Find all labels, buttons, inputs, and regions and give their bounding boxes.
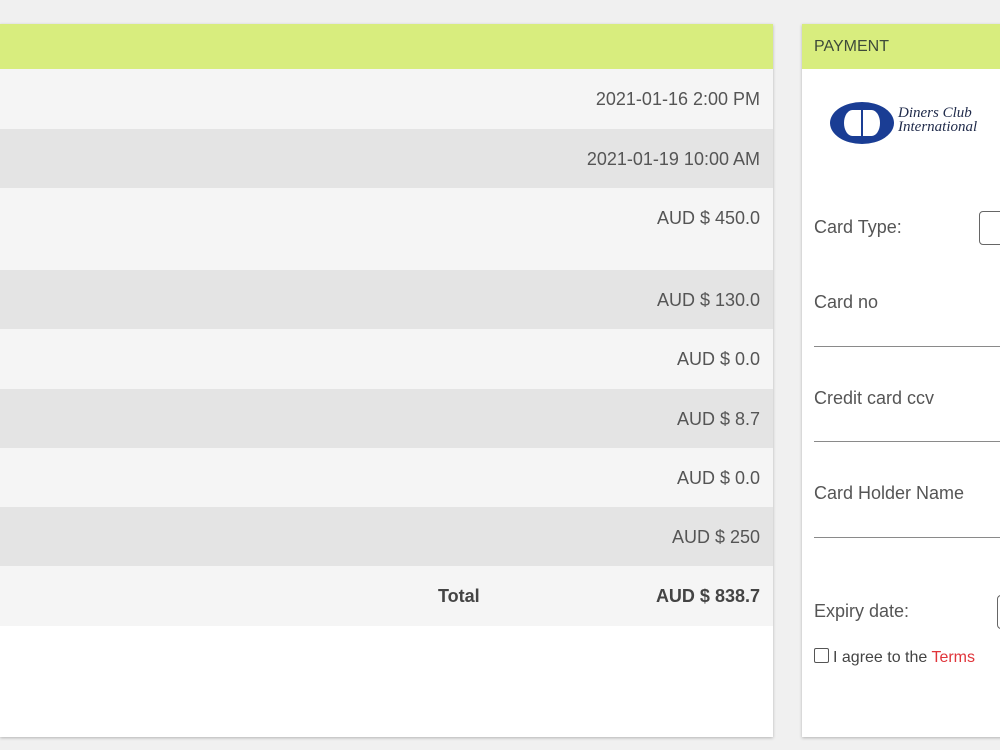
ccv-input[interactable]: [814, 441, 1000, 442]
summary-row-value: 2021-01-19 10:00 AM: [586, 149, 760, 169]
summary-row-value: AUD $ 8.7: [676, 409, 760, 429]
card-type-select[interactable]: [979, 211, 1000, 245]
diners-club-logo-mark-left: [844, 110, 861, 136]
booking-summary-card: 2021-01-16 2:00 PM 2021-01-19 10:00 AM A…: [0, 24, 773, 737]
summary-total-row: Total AUD $ 838.7: [0, 566, 773, 626]
summary-row-value: AUD $ 450.0: [656, 208, 760, 228]
diners-club-logo: Diners Club International: [830, 102, 995, 146]
total-value: AUD $ 838.7: [655, 586, 760, 606]
diners-club-logo-mark: [830, 102, 894, 144]
diners-club-logo-mark-right: [863, 110, 880, 136]
summary-row: AUD $ 450.0: [0, 188, 773, 270]
agree-text: I agree to the: [833, 649, 932, 666]
summary-row: AUD $ 250: [0, 507, 773, 566]
total-label: Total: [438, 586, 480, 606]
ccv-label: Credit card ccv: [814, 388, 935, 408]
agree-checkbox[interactable]: [814, 648, 829, 663]
diners-club-logo-line1: Diners Club: [898, 105, 972, 121]
card-no-input[interactable]: [814, 346, 1000, 347]
summary-row-value: AUD $ 130.0: [656, 290, 760, 310]
terms-agreement: I agree to the Terms: [814, 648, 975, 667]
summary-row: AUD $ 0.0: [0, 448, 773, 507]
card-type-label: Card Type:: [814, 217, 902, 237]
summary-row: 2021-01-16 2:00 PM: [0, 69, 773, 129]
summary-row: AUD $ 8.7: [0, 389, 773, 448]
terms-link[interactable]: Terms: [931, 649, 975, 666]
summary-row: AUD $ 0.0: [0, 329, 773, 389]
summary-row: AUD $ 130.0: [0, 270, 773, 329]
summary-header: [0, 24, 773, 69]
expiry-date-label: Expiry date:: [814, 601, 910, 621]
card-no-label: Card no: [814, 292, 879, 312]
summary-row-value: 2021-01-16 2:00 PM: [595, 89, 760, 109]
diners-club-logo-text: Diners Club International: [898, 105, 978, 135]
payment-card: PAYMENT Diners Club International Card T…: [802, 24, 1000, 737]
summary-row-value: AUD $ 0.0: [676, 468, 760, 488]
summary-row: 2021-01-19 10:00 AM: [0, 129, 773, 188]
summary-row-value: AUD $ 250: [671, 527, 760, 547]
holder-name-label: Card Holder Name: [814, 483, 965, 503]
diners-club-logo-line2: International: [898, 119, 978, 135]
payment-header: PAYMENT: [802, 24, 1000, 69]
summary-row-value: AUD $ 0.0: [676, 349, 760, 369]
holder-name-input[interactable]: [814, 537, 1000, 538]
